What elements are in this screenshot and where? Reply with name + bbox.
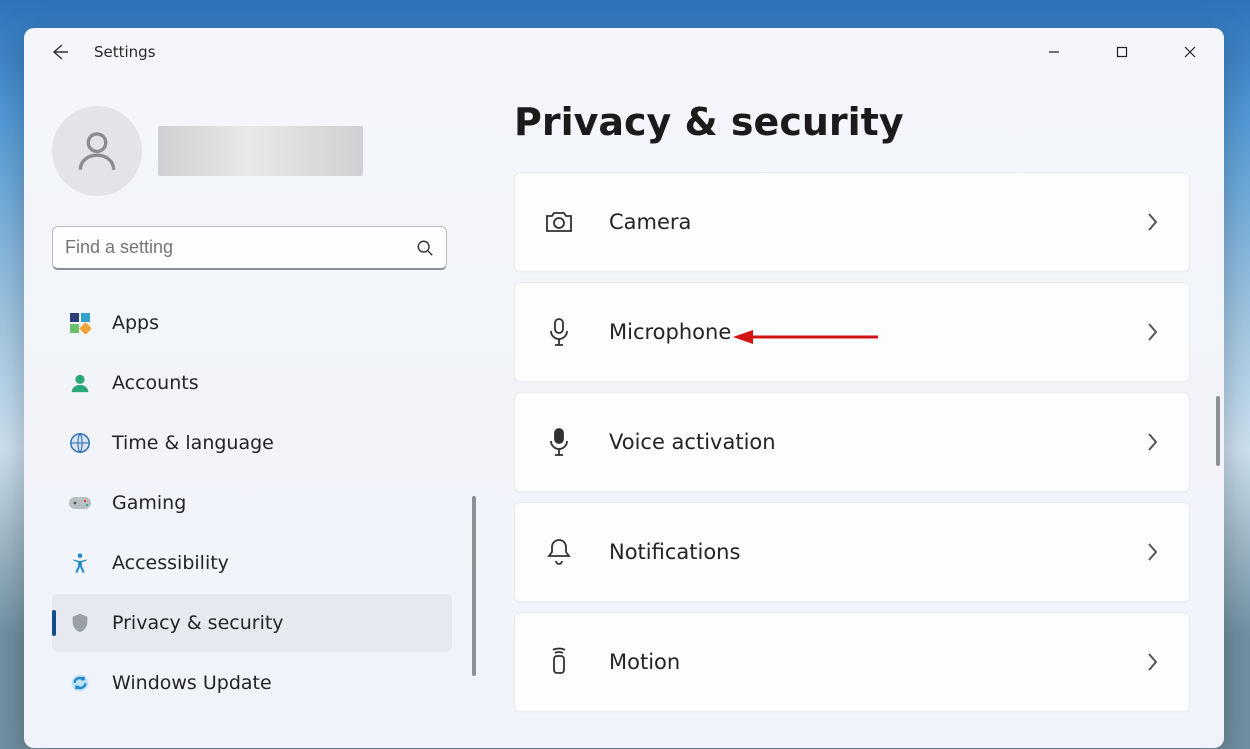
- sidebar-item-windows-update[interactable]: Windows Update: [52, 654, 452, 712]
- option-label: Camera: [609, 210, 691, 234]
- sidebar-item-label: Time & language: [112, 432, 274, 454]
- sidebar-item-apps[interactable]: Apps: [52, 294, 452, 352]
- content-area: Apps Accounts Time & language: [24, 76, 1224, 748]
- sidebar-item-label: Gaming: [112, 492, 186, 514]
- annotation-arrow: [733, 327, 883, 347]
- close-icon: [1184, 46, 1196, 58]
- main-panel: Privacy & security Camera: [484, 76, 1224, 748]
- option-label: Microphone: [609, 320, 731, 344]
- sidebar-item-label: Privacy & security: [112, 612, 284, 634]
- privacy-security-icon: [68, 611, 92, 635]
- accounts-icon: [68, 371, 92, 395]
- option-notifications[interactable]: Notifications: [514, 502, 1190, 602]
- sidebar-item-label: Windows Update: [112, 672, 272, 694]
- notifications-icon: [541, 537, 577, 567]
- window-controls: [1020, 28, 1224, 76]
- sidebar: Apps Accounts Time & language: [24, 76, 484, 748]
- motion-icon: [541, 647, 577, 677]
- microphone-icon: [541, 317, 577, 347]
- time-language-icon: [68, 431, 92, 455]
- option-label: Notifications: [609, 540, 740, 564]
- search-icon: [416, 239, 434, 257]
- chevron-right-icon: [1145, 431, 1159, 453]
- search-input[interactable]: [65, 237, 416, 258]
- sidebar-scrollbar[interactable]: [472, 496, 476, 676]
- maximize-icon: [1116, 46, 1128, 58]
- page-title: Privacy & security: [514, 100, 1190, 144]
- chevron-right-icon: [1145, 541, 1159, 563]
- arrow-left-icon: [50, 42, 70, 62]
- main-scrollbar[interactable]: [1216, 396, 1220, 466]
- sidebar-item-label: Apps: [112, 312, 159, 334]
- option-motion[interactable]: Motion: [514, 612, 1190, 712]
- user-profile[interactable]: [52, 106, 470, 196]
- sidebar-item-time-language[interactable]: Time & language: [52, 414, 452, 472]
- person-icon: [72, 126, 122, 176]
- chevron-right-icon: [1145, 651, 1159, 673]
- sidebar-item-privacy-security[interactable]: Privacy & security: [52, 594, 452, 652]
- sidebar-item-accessibility[interactable]: Accessibility: [52, 534, 452, 592]
- sidebar-nav: Apps Accounts Time & language: [52, 294, 452, 712]
- sidebar-item-label: Accessibility: [112, 552, 229, 574]
- privacy-options-list: Camera Microphone: [514, 172, 1190, 712]
- sidebar-item-gaming[interactable]: Gaming: [52, 474, 452, 532]
- option-microphone[interactable]: Microphone: [514, 282, 1190, 382]
- close-button[interactable]: [1156, 28, 1224, 76]
- camera-icon: [541, 209, 577, 235]
- window-title: Settings: [94, 43, 156, 61]
- search-box[interactable]: [52, 226, 447, 270]
- voice-activation-icon: [541, 427, 577, 457]
- settings-window: Settings: [24, 28, 1224, 748]
- back-button[interactable]: [44, 36, 76, 68]
- maximize-button[interactable]: [1088, 28, 1156, 76]
- chevron-right-icon: [1145, 211, 1159, 233]
- user-name-redacted: [158, 126, 363, 176]
- minimize-button[interactable]: [1020, 28, 1088, 76]
- sidebar-item-label: Accounts: [112, 372, 199, 394]
- gaming-icon: [68, 491, 92, 515]
- option-label: Voice activation: [609, 430, 776, 454]
- title-bar: Settings: [24, 28, 1224, 76]
- avatar: [52, 106, 142, 196]
- windows-update-icon: [68, 671, 92, 695]
- option-voice-activation[interactable]: Voice activation: [514, 392, 1190, 492]
- sidebar-item-accounts[interactable]: Accounts: [52, 354, 452, 412]
- chevron-right-icon: [1145, 321, 1159, 343]
- apps-icon: [68, 311, 92, 335]
- accessibility-icon: [68, 551, 92, 575]
- option-camera[interactable]: Camera: [514, 172, 1190, 272]
- minimize-icon: [1048, 46, 1060, 58]
- option-label: Motion: [609, 650, 680, 674]
